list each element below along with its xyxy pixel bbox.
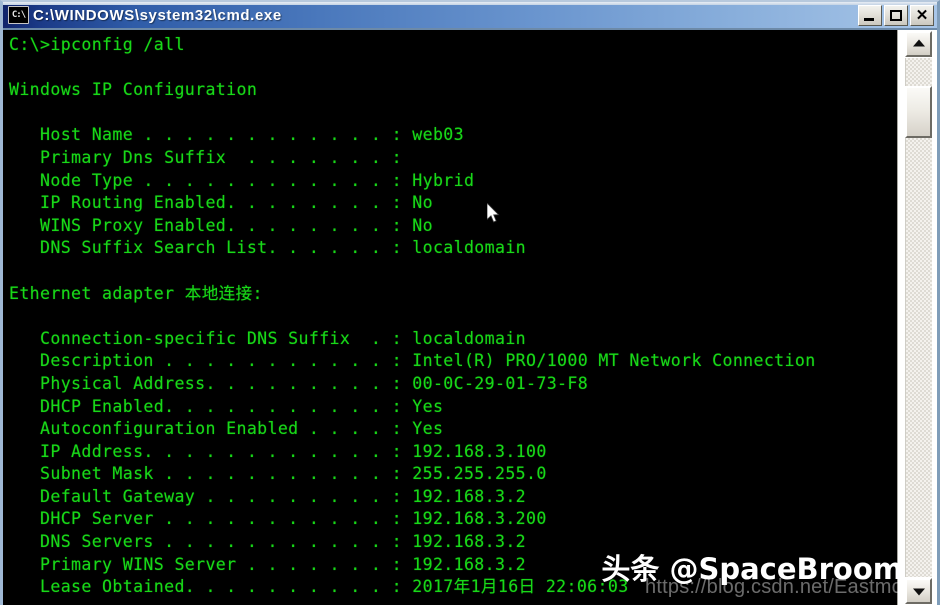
scroll-up-button[interactable] — [905, 31, 932, 57]
maximize-icon — [890, 10, 902, 21]
chevron-down-icon — [912, 588, 925, 596]
minimize-icon — [864, 18, 874, 21]
vertical-scrollbar[interactable] — [897, 30, 937, 605]
close-icon: ✕ — [915, 7, 929, 24]
scrollbar-thumb[interactable] — [905, 86, 932, 138]
close-button[interactable]: ✕ — [910, 5, 934, 26]
scroll-down-button[interactable] — [905, 578, 932, 604]
console-area[interactable]: C:\>ipconfig /all Windows IP Configurati… — [3, 28, 937, 605]
window-titlebar[interactable]: C:\ C:\WINDOWS\system32\cmd.exe ✕ — [3, 2, 937, 28]
cmd-window: C:\ C:\WINDOWS\system32\cmd.exe ✕ C:\>ip… — [0, 0, 940, 605]
console-output-text: C:\>ipconfig /all Windows IP Configurati… — [9, 35, 816, 597]
maximize-button[interactable] — [884, 5, 908, 26]
chevron-up-icon — [912, 39, 925, 47]
window-title: C:\WINDOWS\system32\cmd.exe — [33, 6, 282, 24]
minimize-button[interactable] — [858, 5, 882, 26]
cmd-icon: C:\ — [8, 6, 29, 24]
window-controls: ✕ — [858, 5, 934, 26]
console-output-pane[interactable]: C:\>ipconfig /all Windows IP Configurati… — [3, 30, 897, 605]
